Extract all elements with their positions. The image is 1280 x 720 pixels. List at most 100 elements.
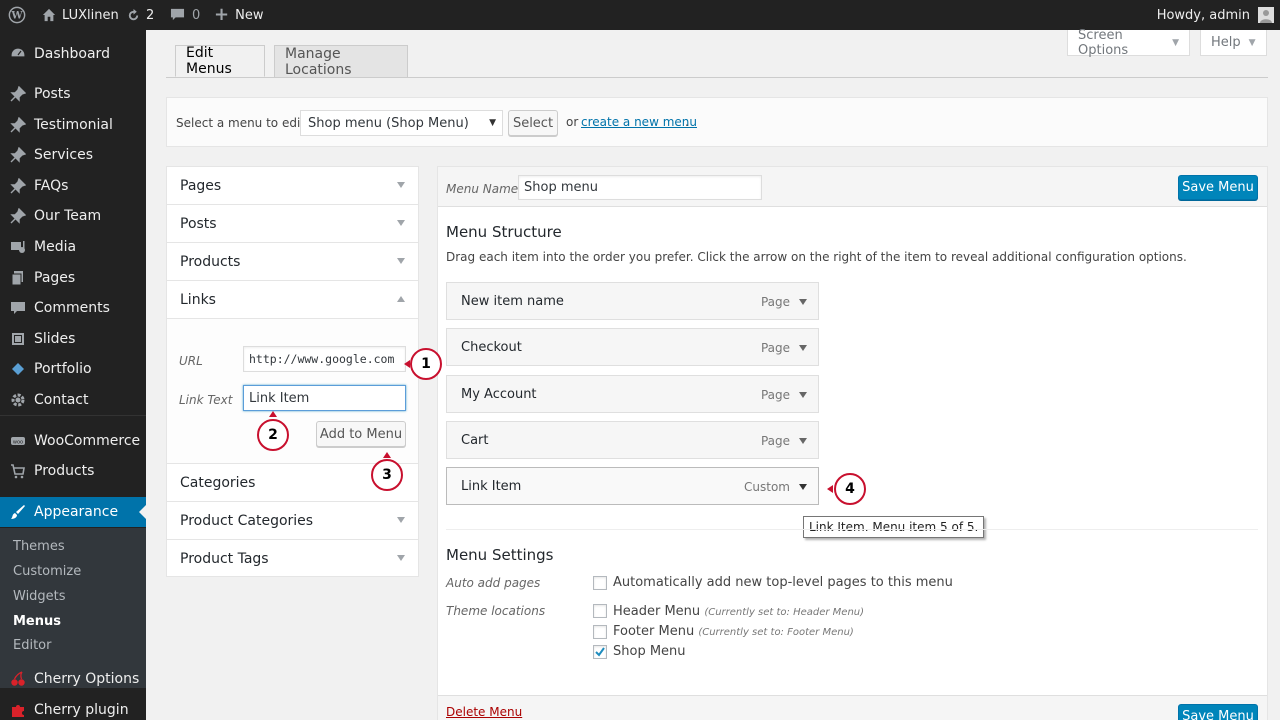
sidebar-item-dashboard[interactable]: Dashboard — [0, 39, 146, 69]
save-menu-button[interactable]: Save Menu — [1178, 175, 1258, 200]
submenu-themes[interactable]: Themes — [13, 539, 65, 554]
sidebar-item-comments[interactable]: Comments — [0, 293, 146, 323]
save-menu-button-bottom[interactable]: Save Menu — [1178, 704, 1258, 720]
new-label: New — [235, 7, 264, 23]
comments-link[interactable]: 0 — [170, 0, 200, 30]
home-icon — [42, 8, 56, 22]
comments-count: 0 — [192, 7, 201, 23]
callout-4: 4 — [834, 473, 866, 505]
expand-arrow-icon[interactable] — [799, 438, 807, 444]
sidebar-item-portfolio[interactable]: Portfolio — [0, 354, 146, 384]
submenu-widgets[interactable]: Widgets — [13, 589, 66, 604]
url-label: URL — [179, 354, 203, 368]
auto-add-text: Automatically add new top-level pages to… — [613, 575, 953, 590]
sidebar-item-cherry-options[interactable]: Cherry Options — [0, 664, 146, 694]
sidebar-item-contact[interactable]: Contact — [0, 385, 146, 415]
media-icon — [9, 238, 27, 256]
tab-edit-menus[interactable]: Edit Menus — [175, 45, 265, 77]
wordpress-logo-icon[interactable]: W — [8, 0, 26, 30]
or-text: or — [566, 115, 579, 129]
checkmark-icon — [595, 647, 605, 657]
delete-menu-link[interactable]: Delete Menu — [446, 705, 522, 719]
period-text: . — [685, 115, 689, 129]
callout-pointer — [383, 452, 391, 458]
submenu-customize[interactable]: Customize — [13, 564, 81, 579]
sidebar-item-testimonial[interactable]: Testimonial — [0, 110, 146, 140]
sidebar-item-posts[interactable]: Posts — [0, 79, 146, 109]
accordion-products[interactable]: Products — [167, 243, 418, 281]
accordion-product-categories[interactable]: Product Categories — [167, 502, 418, 540]
comment-icon — [9, 299, 27, 317]
sidebar-item-woocommerce[interactable]: woo WooCommerce — [0, 426, 146, 456]
sidebar-item-cherry-plugin[interactable]: Cherry plugin — [0, 695, 146, 720]
callout-2: 2 — [257, 419, 289, 451]
link-text-input[interactable]: Link Item — [243, 385, 406, 411]
sidebar-item-our-team[interactable]: Our Team — [0, 201, 146, 231]
footer-menu-checkbox[interactable] — [593, 625, 607, 639]
theme-locations-label: Theme locations — [446, 604, 546, 618]
sidebar-separator — [0, 415, 146, 416]
url-input[interactable]: http://www.google.com — [243, 346, 406, 372]
slides-icon — [9, 330, 27, 348]
accordion-posts[interactable]: Posts — [167, 205, 418, 243]
sidebar-item-faqs[interactable]: FAQs — [0, 171, 146, 201]
menu-structure-description: Drag each item into the order you prefer… — [446, 250, 1187, 264]
accordion-links[interactable]: Links — [167, 281, 418, 319]
expand-arrow-icon[interactable] — [799, 484, 807, 490]
cherry-icon — [9, 670, 27, 688]
submenu-menus[interactable]: Menus — [13, 614, 61, 629]
menu-structure-title: Menu Structure — [446, 223, 562, 241]
svg-text:W: W — [10, 11, 23, 22]
chevron-up-icon — [397, 296, 405, 302]
screen-options-button[interactable]: Screen Options ▼ — [1067, 28, 1190, 58]
auto-add-checkbox[interactable] — [593, 576, 607, 590]
expand-arrow-icon[interactable] — [799, 392, 807, 398]
menu-item-checkout[interactable]: Checkout Page — [446, 328, 819, 366]
new-content-link[interactable]: + New — [214, 0, 263, 30]
expand-arrow-icon[interactable] — [799, 299, 807, 305]
menu-item-my-account[interactable]: My Account Page — [446, 375, 819, 413]
pin-icon — [9, 146, 27, 164]
menu-name-label: Menu Name — [446, 182, 519, 196]
settings-divider — [446, 529, 1258, 530]
links-section-body: URL http://www.google.com Link Text Link… — [167, 319, 418, 464]
comment-bubble-icon — [170, 8, 185, 22]
brush-icon — [9, 503, 27, 521]
menu-item-new-item-name[interactable]: New item name Page — [446, 282, 819, 320]
shop-menu-location: Shop Menu — [613, 644, 686, 659]
submenu-editor[interactable]: Editor — [13, 638, 51, 653]
howdy-link[interactable]: Howdy, admin — [1157, 0, 1250, 30]
accordion-pages[interactable]: Pages — [167, 167, 418, 205]
sidebar-item-services[interactable]: Services — [0, 140, 146, 170]
menu-name-input[interactable]: Shop menu — [518, 175, 762, 200]
create-new-menu-link[interactable]: create a new menu — [581, 115, 697, 129]
sidebar-item-slides[interactable]: Slides — [0, 324, 146, 354]
sidebar-item-pages[interactable]: Pages — [0, 263, 146, 293]
select-caret-icon: ▼ — [489, 118, 496, 128]
menu-select[interactable]: Shop menu (Shop Menu) ▼ — [300, 110, 503, 136]
admin-bar: W LUXlinen 2 0 + New Howdy, admin — [0, 0, 1280, 30]
sidebar-item-products[interactable]: Products — [0, 456, 146, 486]
menu-settings-title: Menu Settings — [446, 546, 554, 564]
add-to-menu-button[interactable]: Add to Menu — [316, 421, 406, 447]
accordion-product-tags[interactable]: Product Tags — [167, 540, 418, 578]
tab-manage-locations[interactable]: Manage Locations — [274, 45, 408, 78]
footer-menu-location: Footer Menu (Currently set to: Footer Me… — [613, 624, 854, 639]
chevron-down-icon — [397, 182, 405, 188]
menu-item-link-item[interactable]: Link Item Custom — [446, 467, 819, 505]
select-button[interactable]: Select — [508, 110, 558, 136]
header-menu-checkbox[interactable] — [593, 604, 607, 618]
sidebar-item-appearance[interactable]: Appearance — [0, 497, 146, 527]
shop-menu-checkbox[interactable] — [593, 645, 607, 659]
updates-link[interactable]: 2 — [126, 0, 154, 30]
callout-pointer — [269, 411, 277, 417]
menu-item-cart[interactable]: Cart Page — [446, 421, 819, 459]
help-button[interactable]: Help ▼ — [1200, 30, 1267, 56]
howdy-text: Howdy, admin — [1156, 7, 1250, 23]
header-menu-location: Header Menu (Currently set to: Header Me… — [613, 604, 865, 619]
site-name-link[interactable]: LUXlinen — [42, 0, 119, 30]
expand-arrow-icon[interactable] — [799, 345, 807, 351]
avatar[interactable] — [1258, 0, 1274, 30]
pin-icon — [9, 85, 27, 103]
sidebar-item-media[interactable]: Media — [0, 232, 146, 262]
